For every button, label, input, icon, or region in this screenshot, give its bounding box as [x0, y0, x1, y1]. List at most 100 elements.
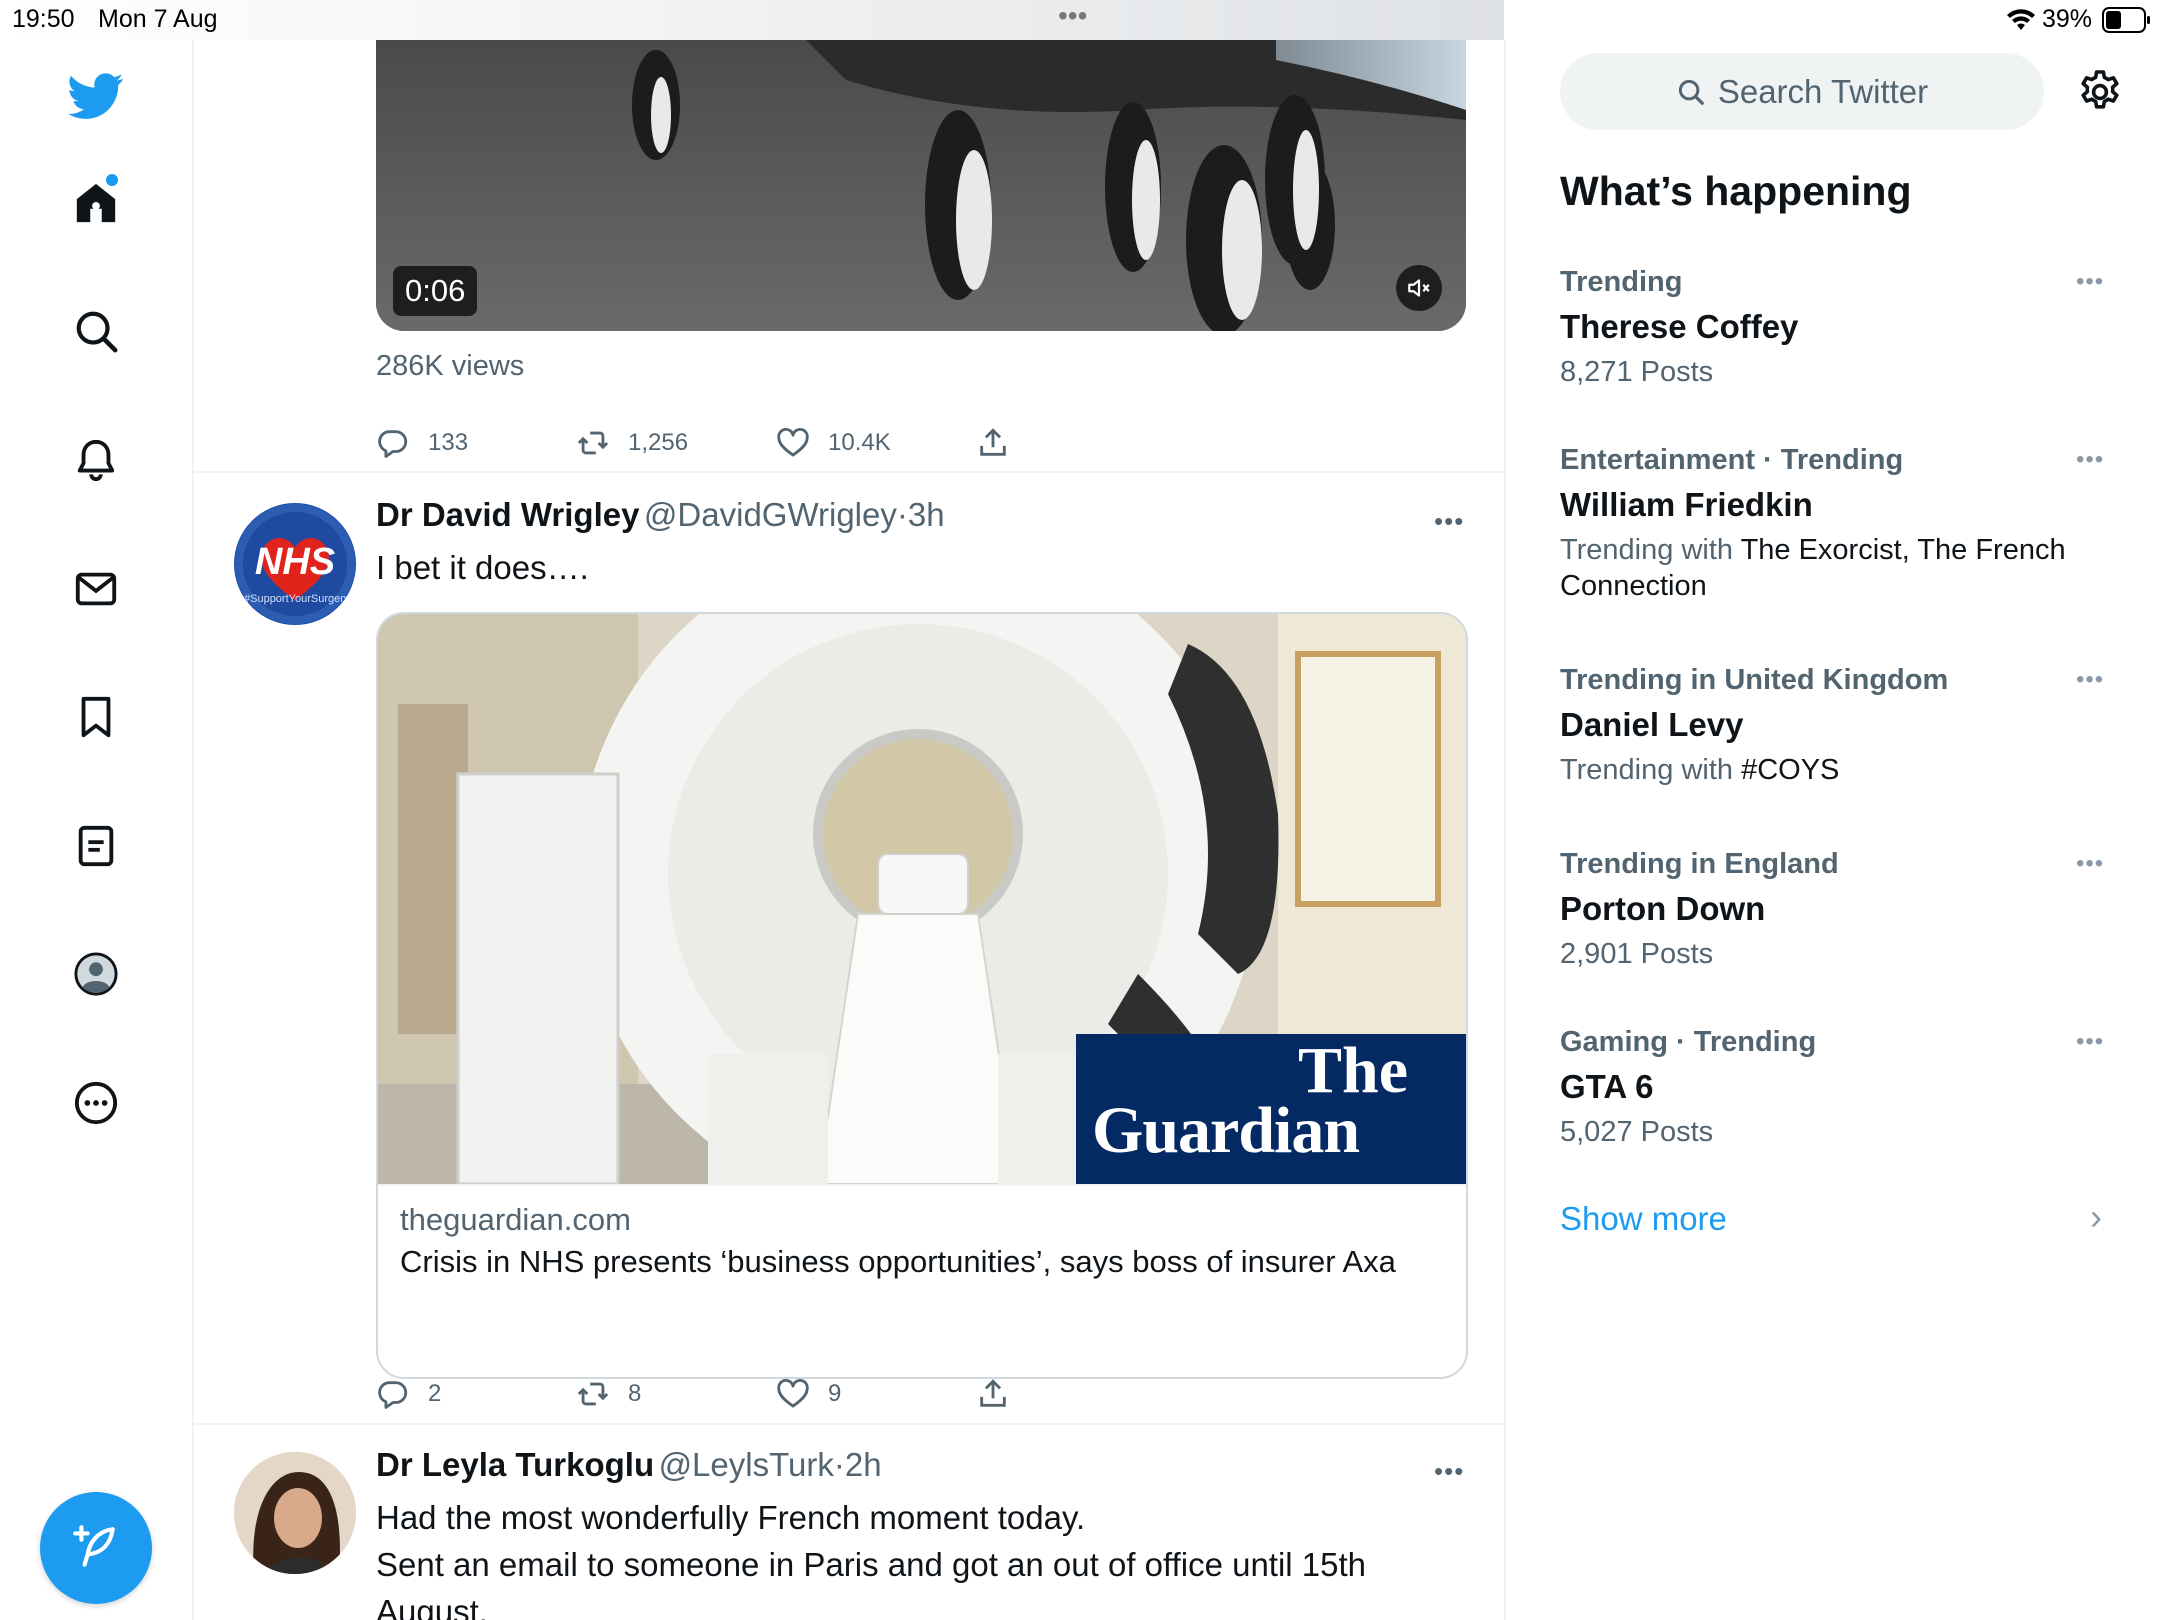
trend-name[interactable]: GTA 6: [1560, 1068, 1654, 1106]
heart-icon: [777, 428, 809, 457]
tweet-more-button[interactable]: •••: [1434, 506, 1464, 537]
multitask-dots[interactable]: •••: [1058, 0, 1087, 32]
avatar-hashtag: #SupportYourSurgery: [244, 593, 350, 605]
trend-related: Trending with The Exorcist, The French C…: [1560, 532, 2120, 604]
twitter-logo-icon[interactable]: [66, 66, 126, 126]
tweet-header: Dr David Wrigley @DavidGWrigley·3h: [376, 496, 945, 534]
reply-count: 2: [428, 1380, 442, 1407]
mute-button[interactable]: [1396, 265, 1442, 311]
author-name[interactable]: Dr Leyla Turkoglu: [376, 1446, 654, 1483]
video-duration: 0:06: [393, 266, 478, 316]
messages-icon[interactable]: [69, 562, 123, 616]
show-more-link[interactable]: Show more: [1560, 1200, 1727, 1238]
timeline: 0:06 286K views 133 1,256 10.4K NHS #Sup…: [194, 40, 1506, 1620]
retweet-button[interactable]: 1,256: [576, 426, 688, 460]
share-button[interactable]: [976, 426, 1010, 460]
trend-post-count: 8,271 Posts: [1560, 356, 1714, 388]
status-bar-background: [0, 0, 1504, 40]
reply-button[interactable]: 2: [376, 1377, 441, 1411]
trend-more-button[interactable]: •••: [2076, 446, 2104, 474]
trend-more-button[interactable]: •••: [2076, 666, 2104, 694]
battery-icon: [2102, 7, 2150, 33]
trend-context: Trending in England: [1560, 848, 1839, 880]
trend-related-prefix: Trending with: [1560, 754, 1734, 786]
whats-happening-heading: What’s happening: [1560, 168, 1912, 214]
side-navigation: [0, 40, 194, 1620]
settings-gear-icon[interactable]: [2076, 68, 2124, 116]
trend-related-prefix: Trending with: [1560, 534, 1734, 566]
like-count: 10.4K: [828, 429, 891, 456]
retweet-icon: [577, 1382, 609, 1406]
trend-post-count: 5,027 Posts: [1560, 1116, 1714, 1148]
trend-more-button[interactable]: •••: [2076, 1028, 2104, 1056]
card-headline: Crisis in NHS presents ‘business opportu…: [400, 1244, 1396, 1279]
reply-button[interactable]: 133: [376, 426, 468, 460]
retweet-count: 1,256: [628, 429, 689, 456]
profile-icon[interactable]: [69, 947, 123, 1001]
wifi-icon: [2007, 9, 2035, 30]
trend-more-button[interactable]: •••: [2076, 850, 2104, 878]
search-icon[interactable]: [69, 304, 123, 358]
guardian-logo-the: The: [1297, 1034, 1408, 1107]
trend-more-button[interactable]: •••: [2076, 268, 2104, 296]
heart-icon: [777, 1379, 809, 1408]
tweet-more-button[interactable]: •••: [1434, 1456, 1464, 1487]
trend-name[interactable]: William Friedkin: [1560, 486, 1813, 524]
card-divider: [378, 1184, 1466, 1186]
author-handle[interactable]: @LeylsTurk: [659, 1446, 834, 1483]
retweet-icon: [577, 431, 609, 455]
video-views: 286K views: [376, 350, 525, 382]
guardian-logo-guardian: Guardian: [1092, 1094, 1360, 1167]
author-name[interactable]: Dr David Wrigley: [376, 496, 639, 533]
guardian-logo: The Guardian: [1076, 1034, 1466, 1184]
tweet-time[interactable]: 3h: [908, 496, 945, 533]
chevron-right-icon: ›: [2090, 1196, 2102, 1237]
sidebar-right: Search Twitter What’s happening Trending…: [1506, 40, 2160, 1620]
card-domain: theguardian.com: [400, 1202, 631, 1237]
card-image: The Guardian: [378, 614, 1466, 1184]
trend-name[interactable]: Daniel Levy: [1560, 706, 1743, 744]
retweet-count: 8: [628, 1380, 642, 1407]
tweet-video[interactable]: 0:06: [376, 40, 1466, 331]
tweet-time[interactable]: 2h: [845, 1446, 882, 1483]
tweet-text-line: August.: [376, 1593, 488, 1620]
more-icon[interactable]: [69, 1076, 123, 1130]
author-handle[interactable]: @DavidGWrigley: [644, 496, 897, 533]
trend-related-value: #COYS: [1741, 754, 1840, 786]
penguins-video-frame: [376, 40, 1466, 331]
status-time: 19:50: [12, 5, 75, 33]
trend-context: Entertainment · Trending: [1560, 444, 1904, 476]
compose-tweet-button[interactable]: [40, 1492, 152, 1604]
search-icon: [1678, 79, 1704, 105]
like-button[interactable]: 9: [776, 1377, 841, 1411]
home-unread-dot: [106, 174, 118, 186]
trend-context: Trending: [1560, 266, 1683, 298]
tweet-text-line: Had the most wonderfully French moment t…: [376, 1499, 1086, 1536]
trend-name[interactable]: Porton Down: [1560, 890, 1765, 928]
meta-separator: ·: [833, 1446, 845, 1483]
reply-icon: [378, 1381, 408, 1409]
avatar[interactable]: [234, 1452, 356, 1574]
lists-icon[interactable]: [69, 819, 123, 873]
tweet-divider: [194, 1423, 1504, 1425]
share-icon: [980, 428, 1006, 456]
compose-quill-icon: [73, 1525, 115, 1567]
notifications-icon[interactable]: [69, 433, 123, 487]
status-bar: 19:50 Mon 7 Aug ••• 39%: [0, 0, 2160, 40]
trend-related: Trending with #COYS: [1560, 752, 2120, 788]
like-button[interactable]: 10.4K: [776, 426, 891, 460]
share-button[interactable]: [976, 1377, 1010, 1411]
avatar-nhs-text: NHS: [254, 541, 336, 583]
tweet-divider: [194, 471, 1504, 473]
search-input[interactable]: Search Twitter: [1560, 53, 2044, 130]
trend-context: Gaming · Trending: [1560, 1026, 1817, 1058]
share-icon: [980, 1379, 1006, 1407]
tweet-header: Dr Leyla Turkoglu @LeylsTurk·2h: [376, 1446, 882, 1484]
trend-name[interactable]: Therese Coffey: [1560, 308, 1798, 346]
bookmarks-icon[interactable]: [69, 690, 123, 744]
retweet-button[interactable]: 8: [576, 1377, 641, 1411]
link-card[interactable]: The Guardian theguardian.com Crisis in N…: [376, 612, 1468, 1379]
trend-context: Trending in United Kingdom: [1560, 664, 1949, 696]
battery-percent: 39%: [2042, 5, 2093, 33]
avatar[interactable]: NHS #SupportYourSurgery: [234, 503, 356, 625]
